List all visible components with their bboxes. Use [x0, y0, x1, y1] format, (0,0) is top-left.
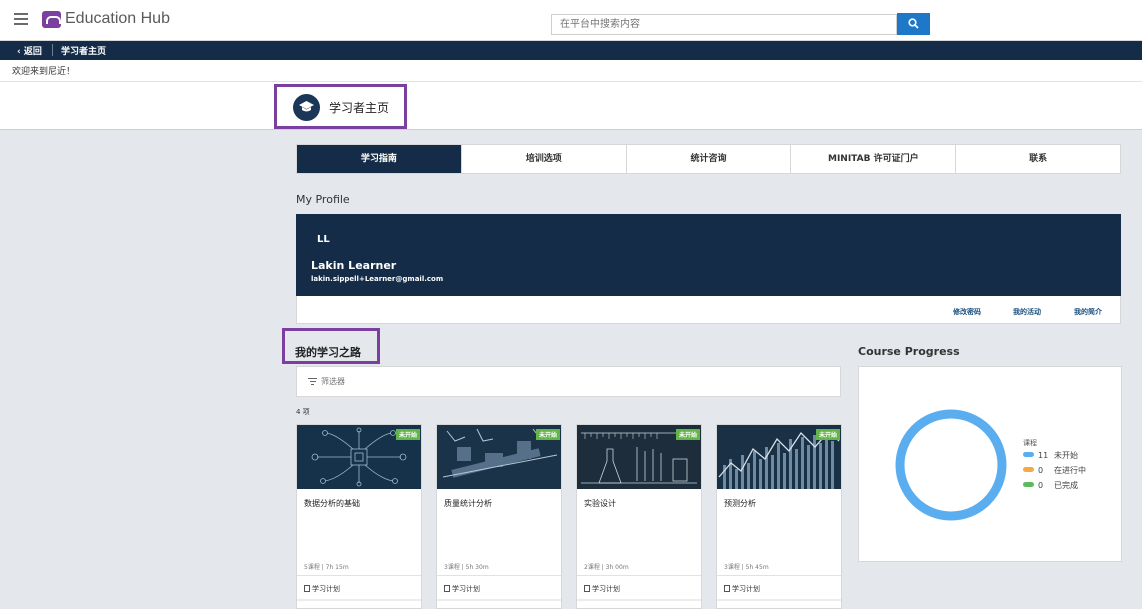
logo-icon — [42, 11, 61, 28]
plan-icon — [304, 585, 310, 592]
learning-plan-label: 学习计划 — [312, 585, 340, 593]
legend-dot — [1023, 452, 1034, 457]
course-meta: 2课程 | 3h 00m — [584, 564, 629, 571]
legend-count: 0 — [1038, 481, 1044, 490]
brand-name[interactable]: Education Hub — [65, 10, 170, 28]
card-footer-line — [577, 599, 701, 601]
course-card[interactable]: 未开始 预测分析 3课程 | 5h 45m 学习计划 — [716, 424, 842, 609]
divider — [577, 575, 701, 576]
learning-plan-link[interactable]: 学习计划 — [724, 584, 760, 594]
learning-path-title: 我的学习之路 — [282, 328, 380, 364]
course-card[interactable]: 未开始 质量统计分析 3课程 | 5h 30m 学习计划 — [436, 424, 562, 609]
legend-label: 未开始 — [1054, 451, 1078, 460]
learning-plan-label: 学习计划 — [592, 585, 620, 593]
plan-icon — [584, 585, 590, 592]
course-thumbnail: 未开始 — [437, 425, 561, 489]
progress-donut-chart — [895, 409, 1007, 521]
my-activity-link[interactable]: 我的活动 — [1013, 307, 1041, 317]
top-bar: Education Hub — [0, 0, 1142, 41]
filter-icon — [308, 378, 317, 387]
legend-label: 在进行中 — [1054, 466, 1086, 475]
welcome-strip: 欢迎来到尼近！ — [0, 60, 1142, 130]
back-label: 返回 — [23, 47, 42, 57]
learning-plan-link[interactable]: 学习计划 — [304, 584, 340, 594]
status-badge: 未开始 — [535, 429, 560, 440]
divider — [0, 81, 1142, 82]
course-thumbnail: 未开始 — [577, 425, 701, 489]
learning-plan-label: 学习计划 — [452, 585, 480, 593]
tab-contact[interactable]: 联系 — [956, 145, 1120, 173]
avatar-initials: LL — [317, 234, 330, 245]
search-button[interactable] — [897, 13, 930, 35]
course-title: 预测分析 — [724, 499, 756, 508]
learning-path-title-text: 我的学习之路 — [295, 346, 361, 359]
plan-icon — [444, 585, 450, 592]
learning-plan-link[interactable]: 学习计划 — [444, 584, 480, 594]
divider — [297, 575, 421, 576]
course-thumbnail: 未开始 — [717, 425, 841, 489]
legend-dot — [1023, 467, 1034, 472]
breadcrumb-divider — [52, 44, 53, 56]
page-title-text: 学习者主页 — [329, 101, 390, 115]
my-bio-link[interactable]: 我的简介 — [1074, 307, 1102, 317]
course-meta: 3课程 | 5h 30m — [444, 564, 489, 571]
search-icon — [908, 18, 919, 29]
legend-item-not-started: 11 未开始 — [1023, 450, 1078, 461]
change-password-link[interactable]: 修改密码 — [953, 307, 981, 317]
chevron-left-icon: ‹ — [17, 47, 21, 57]
back-button[interactable]: ‹ 返回 — [17, 44, 42, 57]
tab-license-portal[interactable]: MINITAB 许可证门户 — [791, 145, 957, 173]
plan-icon — [724, 585, 730, 592]
search-input[interactable] — [551, 14, 897, 35]
progress-ring-not-started — [895, 409, 1007, 521]
profile-section-title: My Profile — [296, 193, 350, 206]
divider — [717, 575, 841, 576]
profile-card: LL Lakin Learner lakin.sippell+Learner@g… — [296, 214, 1121, 296]
card-footer-line — [297, 599, 421, 601]
status-badge: 未开始 — [675, 429, 700, 440]
breadcrumb-current: 学习者主页 — [61, 47, 107, 57]
card-footer-line — [717, 599, 841, 601]
legend-item-completed: 0 已完成 — [1023, 480, 1078, 491]
tab-learning-guide[interactable]: 学习指南 — [297, 145, 462, 173]
legend-item-in-progress: 0 在进行中 — [1023, 465, 1086, 476]
legend-dot — [1023, 482, 1034, 487]
course-meta: 5课程 | 7h 15m — [304, 564, 349, 571]
status-badge: 未开始 — [395, 429, 420, 440]
graduation-cap-icon — [293, 94, 320, 121]
legend-count: 11 — [1038, 451, 1049, 460]
profile-name: Lakin Learner — [311, 259, 397, 272]
filter-button[interactable]: 筛选器 — [296, 366, 841, 397]
filter-label: 筛选器 — [321, 377, 345, 386]
course-meta: 3课程 | 5h 45m — [724, 564, 769, 571]
page-title: 学习者主页 — [274, 84, 407, 129]
tab-statistical-consulting[interactable]: 统计咨询 — [627, 145, 792, 173]
profile-email: lakin.sippell+Learner@gmail.com — [311, 275, 444, 283]
course-title: 数据分析的基础 — [304, 499, 360, 508]
course-card[interactable]: 未开始 实验设计 2课程 | 3h 00m 学习计划 — [576, 424, 702, 609]
tab-training-options[interactable]: 培训选项 — [462, 145, 627, 173]
learning-plan-label: 学习计划 — [732, 585, 760, 593]
status-badge: 未开始 — [815, 429, 840, 440]
course-title: 实验设计 — [584, 499, 616, 508]
legend-title: 课程 — [1023, 439, 1037, 447]
legend-count: 0 — [1038, 466, 1044, 475]
course-progress-card: 课程 11 未开始 0 在进行中 0 已完成 — [858, 366, 1122, 562]
main-tabs: 学习指南 培训选项 统计咨询 MINITAB 许可证门户 联系 — [296, 144, 1121, 174]
legend-label: 已完成 — [1054, 481, 1078, 490]
profile-links: 修改密码 我的活动 我的简介 — [296, 296, 1121, 324]
menu-icon[interactable] — [14, 13, 28, 25]
item-count: 4 项 — [296, 408, 310, 416]
learning-plan-link[interactable]: 学习计划 — [584, 584, 620, 594]
card-footer-line — [437, 599, 561, 601]
welcome-text: 欢迎来到尼近！ — [12, 67, 76, 77]
divider — [437, 575, 561, 576]
course-card[interactable]: 未开始 数据分析的基础 5课程 | 7h 15m 学习计划 — [296, 424, 422, 609]
breadcrumb-bar: ‹ 返回 学习者主页 — [0, 41, 1142, 60]
course-title: 质量统计分析 — [444, 499, 492, 508]
course-thumbnail: 未开始 — [297, 425, 421, 489]
course-progress-title: Course Progress — [858, 345, 960, 358]
